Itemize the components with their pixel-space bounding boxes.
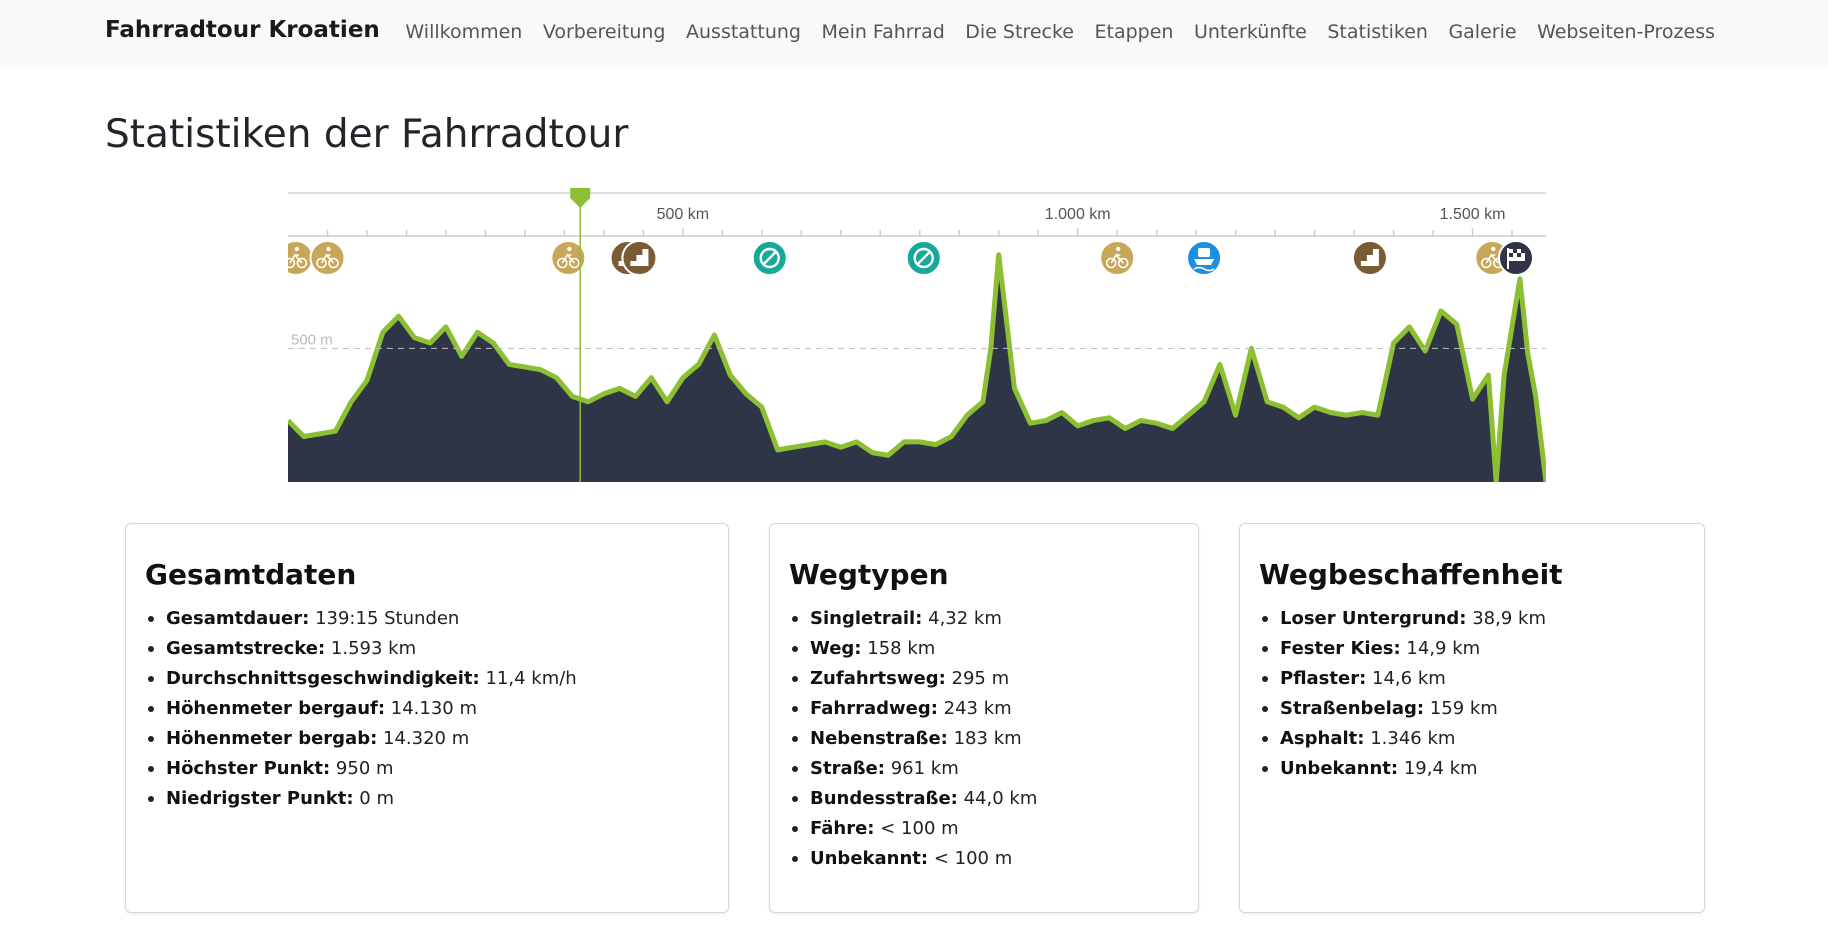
stat-item: Singletrail: 4,32 km (791, 604, 1037, 634)
finish-flag-icon[interactable] (1497, 240, 1534, 276)
nav-link-die-strecke[interactable]: Die Strecke (965, 21, 1074, 43)
nav-link-willkommen[interactable]: Willkommen (405, 21, 522, 43)
card-title: Wegtypen (789, 558, 949, 591)
nav-menu: Willkommen Vorbereitung Ausstattung Mein… (385, 21, 1715, 43)
nav-link-galerie[interactable]: Galerie (1448, 21, 1516, 43)
bicycle-icon[interactable] (1099, 240, 1136, 276)
stat-item: Höhenmeter bergab: 14.320 m (148, 724, 577, 754)
position-cursor-pin[interactable] (570, 188, 591, 208)
stat-item: Unbekannt: 19,4 km (1262, 754, 1546, 784)
elevation-profile[interactable]: 500 km 1.000 km 1.500 km 500 m (288, 188, 1546, 482)
poi-icon-row (288, 240, 1534, 276)
no-entry-icon[interactable] (751, 240, 788, 276)
nav-link-webseiten-prozess[interactable]: Webseiten-Prozess (1537, 21, 1715, 43)
stat-item: Asphalt: 1.346 km (1262, 724, 1546, 754)
ruler-ticks (326, 228, 1513, 236)
stat-list: Singletrail: 4,32 km Weg: 158 km Zufahrt… (791, 604, 1037, 874)
elevation-profile-chart[interactable]: 500 km 1.000 km 1.500 km 500 m (288, 188, 1546, 482)
stat-list: Gesamtdauer: 139:15 Stunden Gesamtstreck… (148, 604, 577, 814)
elevation-area (288, 254, 1546, 482)
card-wegbeschaffenheit: Wegbeschaffenheit Loser Untergrund: 38,9… (1239, 523, 1705, 913)
card-wegtypen: Wegtypen Singletrail: 4,32 km Weg: 158 k… (769, 523, 1199, 913)
stat-item: Niedrigster Punkt: 0 m (148, 784, 577, 814)
stat-item: Bundesstraße: 44,0 km (791, 784, 1037, 814)
stat-item: Straße: 961 km (791, 754, 1037, 784)
bicycle-icon[interactable] (288, 240, 314, 276)
stat-item: Fahrradweg: 243 km (791, 694, 1037, 724)
distance-label-500km: 500 km (657, 206, 709, 223)
nav-link-vorbereitung[interactable]: Vorbereitung (543, 21, 666, 43)
stat-item: Weg: 158 km (791, 634, 1037, 664)
card-title: Wegbeschaffenheit (1259, 558, 1563, 591)
nav-link-ausstattung[interactable]: Ausstattung (686, 21, 801, 43)
nav-link-mein-fahrrad[interactable]: Mein Fahrrad (821, 21, 944, 43)
stat-item: Straßenbelag: 159 km (1262, 694, 1546, 724)
nav-link-etappen[interactable]: Etappen (1095, 21, 1174, 43)
nav-link-unterkuenfte[interactable]: Unterkünfte (1194, 21, 1307, 43)
distance-label-1500km: 1.500 km (1440, 206, 1506, 223)
stat-item: Loser Untergrund: 38,9 km (1262, 604, 1546, 634)
brand-link[interactable]: Fahrradtour Kroatien (105, 17, 380, 43)
stat-item: Gesamtdauer: 139:15 Stunden (148, 604, 577, 634)
stat-item: Höhenmeter bergauf: 14.130 m (148, 694, 577, 724)
distance-label-1000km: 1.000 km (1045, 206, 1111, 223)
bicycle-icon[interactable] (309, 240, 346, 276)
card-gesamtdaten: Gesamtdaten Gesamtdauer: 139:15 Stunden … (125, 523, 729, 913)
stairs-icon[interactable] (1351, 240, 1388, 276)
stat-item: Durchschnittsgeschwindigkeit: 11,4 km/h (148, 664, 577, 694)
stat-item: Höchster Punkt: 950 m (148, 754, 577, 784)
ferry-icon[interactable] (1186, 240, 1223, 276)
page-title: Statistiken der Fahrradtour (105, 112, 629, 157)
stat-list: Loser Untergrund: 38,9 km Fester Kies: 1… (1262, 604, 1546, 784)
stat-item: Nebenstraße: 183 km (791, 724, 1037, 754)
stat-item: Fester Kies: 14,9 km (1262, 634, 1546, 664)
stat-item: Zufahrtsweg: 295 m (791, 664, 1037, 694)
stat-item: Gesamtstrecke: 1.593 km (148, 634, 577, 664)
stat-item: Fähre: < 100 m (791, 814, 1037, 844)
card-title: Gesamtdaten (145, 558, 357, 591)
stairs-icon[interactable] (621, 240, 658, 276)
stat-item: Unbekannt: < 100 m (791, 844, 1037, 874)
stat-item: Pflaster: 14,6 km (1262, 664, 1546, 694)
navbar: Fahrradtour Kroatien Willkommen Vorberei… (0, 0, 1828, 67)
nav-link-statistiken[interactable]: Statistiken (1327, 21, 1428, 43)
no-entry-icon[interactable] (905, 240, 942, 276)
elevation-label-500m: 500 m (291, 331, 333, 348)
